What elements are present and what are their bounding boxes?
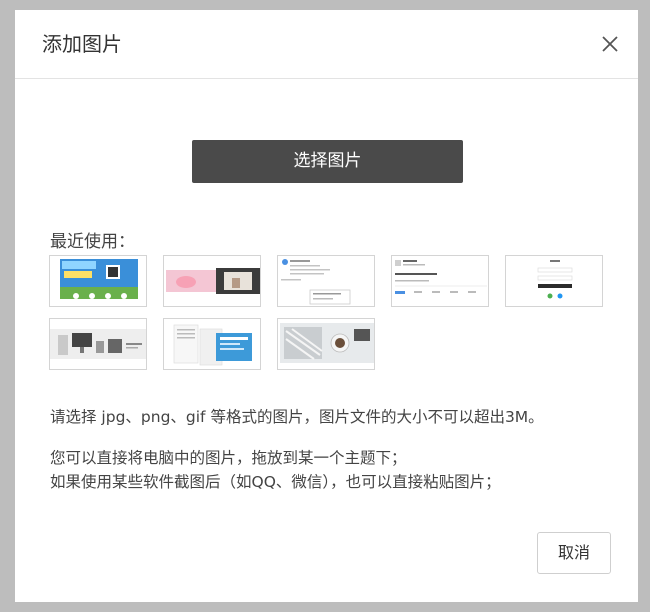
add-image-dialog: 添加图片 选择图片 最近使用： 请选择 jpg、png、gif 等格式的图片，图… <box>15 10 638 602</box>
format-hint: 请选择 jpg、png、gif 等格式的图片，图片文件的大小不可以超出3M。 <box>50 408 544 426</box>
thumb-post-screenshot[interactable] <box>277 255 375 307</box>
thumb-products-banner[interactable] <box>49 318 147 370</box>
thumb-login-screenshot[interactable] <box>505 255 603 307</box>
paste-hint: 如果使用某些软件截图后（如QQ、微信），也可以直接粘贴图片； <box>50 473 501 491</box>
thumb-banner-blue[interactable] <box>49 255 147 307</box>
drag-hint: 您可以直接将电脑中的图片，拖放到某一个主题下； <box>50 449 407 467</box>
thumb-comment-screenshot[interactable] <box>391 255 489 307</box>
close-icon[interactable] <box>600 34 620 54</box>
recent-used-label: 最近使用： <box>50 232 135 252</box>
dialog-header: 添加图片 <box>15 10 638 79</box>
dialog-title: 添加图片 <box>42 32 122 56</box>
thumb-banner-pink[interactable] <box>163 255 261 307</box>
thumb-app-screens[interactable] <box>163 318 261 370</box>
thumb-photo-desk[interactable] <box>277 318 375 370</box>
select-image-button[interactable]: 选择图片 <box>192 140 463 183</box>
cancel-button[interactable]: 取消 <box>537 532 611 574</box>
